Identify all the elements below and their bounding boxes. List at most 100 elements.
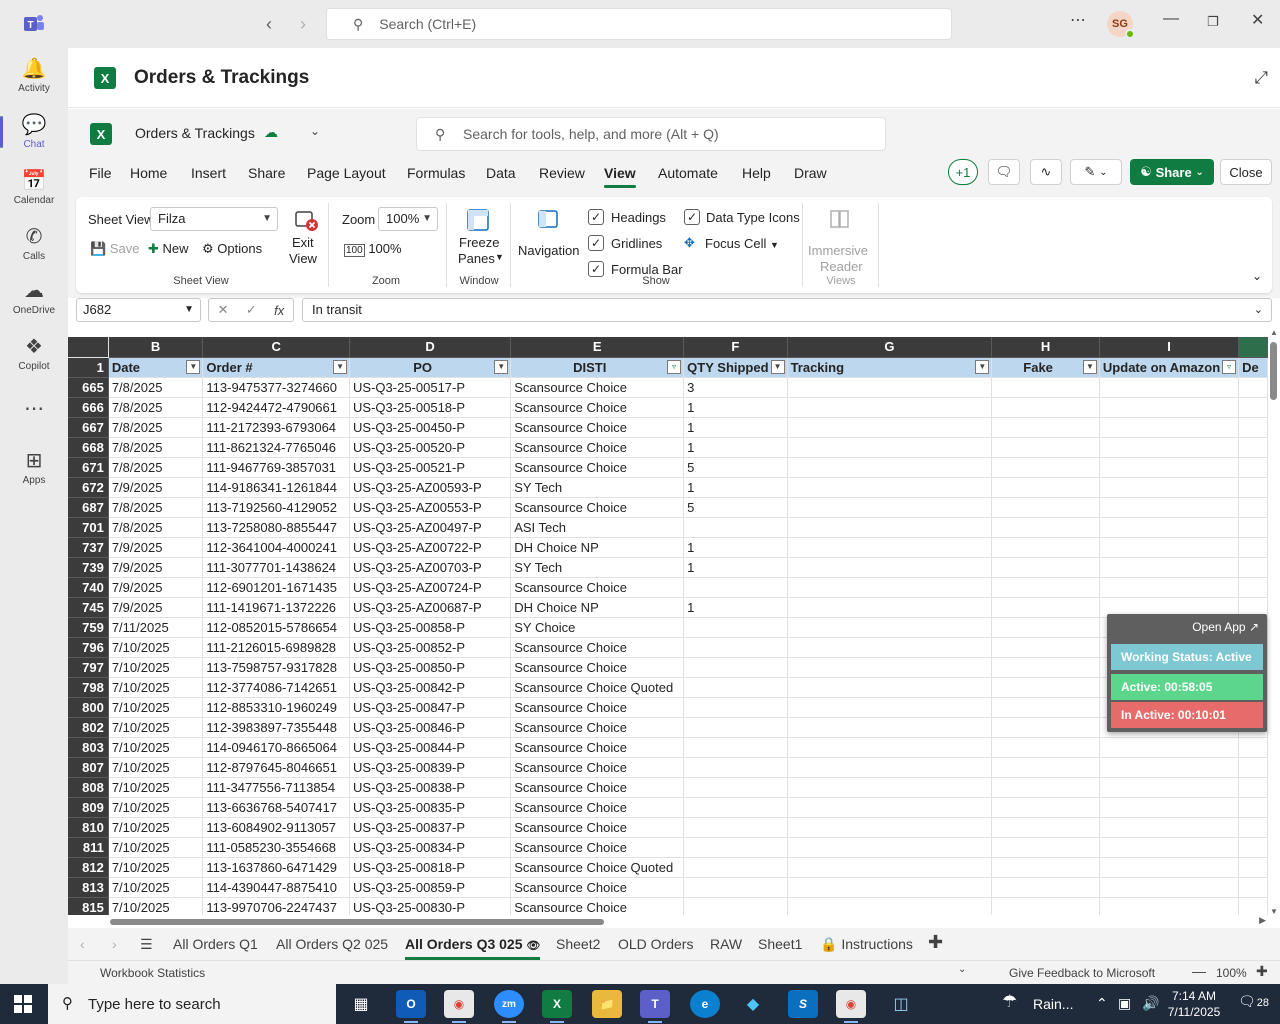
cell-update[interactable] <box>1099 437 1240 458</box>
row-number[interactable]: 667 <box>68 417 109 438</box>
cell-po[interactable]: US-Q3-25-00850-P <box>349 657 512 678</box>
cell-update[interactable] <box>1099 397 1240 418</box>
cell-po[interactable]: US-Q3-25-00835-P <box>349 797 512 818</box>
cell-order[interactable]: 113-7598757-9317828 <box>202 657 351 678</box>
cell-tracking[interactable] <box>787 797 993 818</box>
cell-qty[interactable]: 3 <box>683 377 788 398</box>
cell-disti[interactable]: Scansource Choice <box>510 817 685 838</box>
scroll-up-icon[interactable]: ▲ <box>1270 328 1278 337</box>
comments-button[interactable]: 🗨 <box>988 159 1020 185</box>
filter-dropdown-icon[interactable]: ▼ <box>333 359 348 374</box>
cell-fake[interactable] <box>991 817 1100 838</box>
taskbar-search-input[interactable]: ⚲ Type here to search <box>48 984 336 1024</box>
headings-checkbox[interactable]: ✓ <box>588 209 604 225</box>
cell-disti[interactable]: Scansource Choice <box>510 757 685 778</box>
cell-po[interactable]: US-Q3-25-00834-P <box>349 837 512 858</box>
cell-order[interactable]: 113-1637860-6471429 <box>202 857 351 878</box>
cell-order[interactable]: 111-8621324-7765046 <box>202 437 351 458</box>
cell-date[interactable]: 7/10/2025 <box>108 637 204 658</box>
cell-tracking[interactable] <box>787 837 993 858</box>
cell-po[interactable]: US-Q3-25-00521-P <box>349 457 512 478</box>
cell-update[interactable] <box>1099 897 1240 915</box>
cell-qty[interactable]: 1 <box>683 537 788 558</box>
cell-order[interactable]: 112-3774086-7142651 <box>202 677 351 698</box>
cell-tracking[interactable] <box>787 857 993 878</box>
column-header[interactable]: B <box>108 337 204 358</box>
rail-item-copilot[interactable]: ❖ Copilot <box>0 328 68 380</box>
cell-date[interactable]: 7/10/2025 <box>108 797 204 818</box>
cell-po[interactable]: US-Q3-25-00859-P <box>349 877 512 898</box>
cell-date[interactable]: 7/10/2025 <box>108 837 204 858</box>
cell-fake[interactable] <box>991 377 1100 398</box>
cell-date[interactable]: 7/8/2025 <box>108 437 204 458</box>
cell-update[interactable] <box>1099 817 1240 838</box>
column-header[interactable] <box>1238 337 1268 358</box>
cell-update[interactable] <box>1099 537 1240 558</box>
cell-order[interactable]: 112-9424472-4790661 <box>202 397 351 418</box>
cell-update[interactable] <box>1099 517 1240 538</box>
zoom-out-icon[interactable]: — <box>1192 963 1206 979</box>
more-options-icon[interactable]: ⋯ <box>1070 10 1086 30</box>
cell-tracking[interactable] <box>787 657 993 678</box>
chrome-icon[interactable]: ◉ <box>444 990 474 1023</box>
row-number[interactable]: 808 <box>68 777 109 798</box>
cell-partial[interactable] <box>1238 797 1268 818</box>
cell-order[interactable]: 111-3477556-7113854 <box>202 777 351 798</box>
all-sheets-menu-icon[interactable]: ☰ <box>140 936 153 953</box>
next-sheet-icon[interactable]: › <box>112 936 117 952</box>
cell-po[interactable]: US-Q3-25-00839-P <box>349 757 512 778</box>
minimize-icon[interactable]: — <box>1163 10 1179 28</box>
cell-tracking[interactable] <box>787 437 993 458</box>
rail-item-onedrive[interactable]: ☁ OneDrive <box>0 272 68 324</box>
spreadsheet-grid[interactable]: B C D E F G H I 1 Date ▼ Order # ▼ PO ▼ <box>68 337 1268 915</box>
cell-tracking[interactable] <box>787 697 993 718</box>
cell-qty[interactable] <box>683 877 788 898</box>
header-cell-order[interactable]: Order # ▼ <box>202 357 351 378</box>
cell-fake[interactable] <box>991 737 1100 758</box>
select-all-corner[interactable] <box>68 337 109 358</box>
filter-dropdown-icon[interactable]: ▼ <box>1082 359 1097 374</box>
cell-order[interactable]: 111-2126015-6989828 <box>202 637 351 658</box>
new-view-button[interactable]: ✚ New <box>148 241 189 257</box>
cell-order[interactable]: 113-9475377-3274660 <box>202 377 351 398</box>
column-header[interactable]: C <box>202 337 351 358</box>
sheet-tab[interactable]: Sheet2 <box>556 936 600 952</box>
row-number[interactable]: 798 <box>68 677 109 698</box>
cell-date[interactable]: 7/8/2025 <box>108 377 204 398</box>
cell-partial[interactable] <box>1238 537 1268 558</box>
row-number[interactable]: 796 <box>68 637 109 658</box>
cell-qty[interactable]: 1 <box>683 477 788 498</box>
row-number[interactable]: 813 <box>68 877 109 898</box>
header-cell-disti[interactable]: DISTI ▿ <box>510 357 685 378</box>
header-cell-po[interactable]: PO ▼ <box>349 357 512 378</box>
tab-home[interactable]: Home <box>130 165 167 181</box>
cell-qty[interactable] <box>683 897 788 915</box>
weather-umbrella-icon[interactable]: ☂ <box>1002 992 1017 1012</box>
row-number[interactable]: 802 <box>68 717 109 738</box>
scroll-down-icon[interactable]: ▼ <box>1270 907 1278 916</box>
cell-partial[interactable] <box>1238 517 1268 538</box>
column-header[interactable]: H <box>991 337 1100 358</box>
formula-input[interactable]: In transit ⌄ <box>302 298 1272 322</box>
cell-fake[interactable] <box>991 797 1100 818</box>
cell-order[interactable]: 112-3641004-4000241 <box>202 537 351 558</box>
cell-disti[interactable]: Scansource Choice <box>510 577 685 598</box>
share-button[interactable]: ☯ Share ⌄ <box>1130 159 1214 185</box>
cell-order[interactable]: 112-6901201-1671435 <box>202 577 351 598</box>
cell-order[interactable]: 111-0585230-3554668 <box>202 837 351 858</box>
cell-fake[interactable] <box>991 637 1100 658</box>
tab-formulas[interactable]: Formulas <box>407 165 465 181</box>
cell-date[interactable]: 7/9/2025 <box>108 557 204 578</box>
row-number[interactable]: 666 <box>68 397 109 418</box>
tab-view[interactable]: View <box>604 165 636 188</box>
cell-date[interactable]: 7/10/2025 <box>108 657 204 678</box>
cell-qty[interactable]: 1 <box>683 437 788 458</box>
sheet-tab[interactable]: All Orders Q1 <box>173 936 258 952</box>
cell-update[interactable] <box>1099 837 1240 858</box>
column-header[interactable]: F <box>683 337 788 358</box>
cell-update[interactable] <box>1099 737 1240 758</box>
cell-qty[interactable] <box>683 857 788 878</box>
immersive-reader-button[interactable]: Immersive Reader <box>808 205 872 274</box>
zoom-app-icon[interactable]: zm <box>494 990 524 1023</box>
cell-disti[interactable]: Scansource Choice <box>510 897 685 915</box>
